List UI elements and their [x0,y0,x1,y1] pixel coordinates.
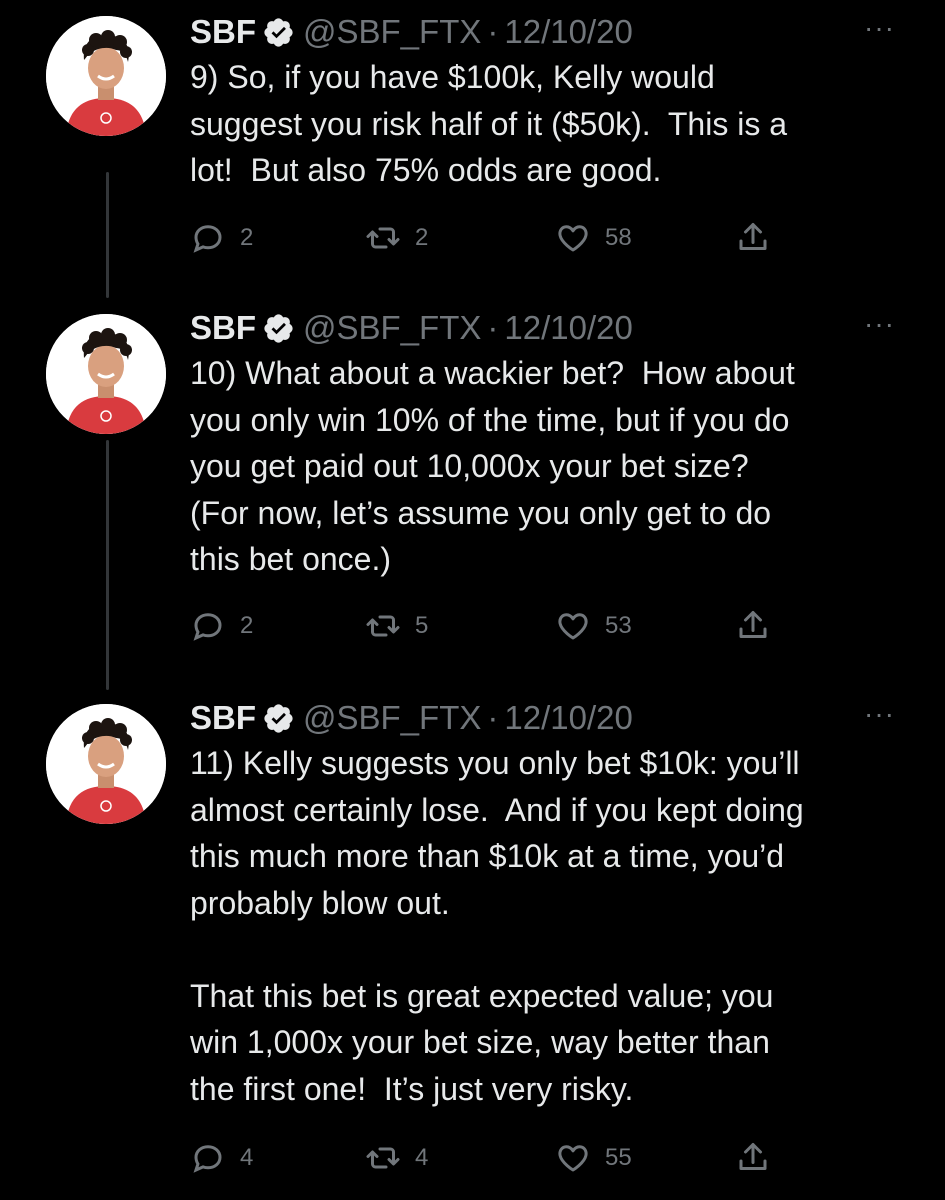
share-icon [739,1143,767,1170]
thread-connector-line [106,440,109,690]
like-button[interactable]: 55 [555,1138,632,1178]
avatar-illustration [46,16,166,136]
separator-dot: · [487,13,499,50]
tweet-date[interactable]: 12/10/20 [504,12,632,52]
reply-button[interactable]: 2 [190,606,253,646]
retweet-count: 5 [415,612,429,639]
share-icon [739,611,767,638]
tweet-date[interactable]: 12/10/20 [504,698,632,738]
like-count: 58 [605,224,632,251]
author-handle[interactable]: @SBF_FTX [303,308,481,348]
like-icon [558,225,588,252]
author-name[interactable]: SBF [190,308,256,348]
tweet-date[interactable]: 12/10/20 [504,308,632,348]
share-button[interactable] [735,606,785,646]
like-count: 53 [605,612,632,639]
verified-badge-icon [262,16,295,49]
reply-icon [193,1145,222,1173]
author-handle[interactable]: @SBF_FTX [303,12,481,52]
retweet-button[interactable]: 4 [365,1138,428,1178]
like-count: 55 [605,1144,632,1171]
tweet-thread: SBF @SBF_FTX · 12/10/20 ··· 9) So, if yo… [0,0,945,1200]
retweet-icon [366,615,400,637]
retweet-button[interactable]: 2 [365,218,428,258]
reply-count: 4 [240,1144,254,1171]
more-options-icon[interactable]: ··· [864,14,895,42]
separator-dot: · [487,699,499,736]
share-button[interactable] [735,1138,785,1178]
avatar[interactable] [46,16,166,136]
avatar-illustration [46,314,166,434]
more-options-icon[interactable]: ··· [864,310,895,338]
tweet-header: SBF @SBF_FTX · 12/10/20 [190,12,905,52]
tweet-actions: 2 2 58 [190,218,790,258]
retweet-button[interactable]: 5 [365,606,428,646]
retweet-icon [366,1147,400,1169]
like-button[interactable]: 53 [555,606,632,646]
tweet-actions: 4 4 55 [190,1138,790,1178]
tweet-header: SBF @SBF_FTX · 12/10/20 [190,698,905,738]
tweet-actions: 2 5 53 [190,606,790,646]
reply-icon [193,225,222,253]
tweet-header: SBF @SBF_FTX · 12/10/20 [190,308,905,348]
tweet-text: 11) Kelly suggests you only bet $10k: yo… [190,745,804,1107]
tweet-text: 10) What about a wackier bet? How about … [190,355,795,577]
tweet-text: 9) So, if you have $100k, Kelly would su… [190,59,787,188]
thread-connector-line [106,172,109,298]
reply-count: 2 [240,224,254,251]
more-options-icon[interactable]: ··· [864,700,895,728]
avatar[interactable] [46,314,166,434]
verified-badge-icon [262,702,295,735]
reply-count: 2 [240,612,254,639]
retweet-count: 2 [415,224,429,251]
author-name[interactable]: SBF [190,698,256,738]
author-handle[interactable]: @SBF_FTX [303,698,481,738]
reply-button[interactable]: 2 [190,218,253,258]
reply-button[interactable]: 4 [190,1138,253,1178]
share-icon [739,223,767,250]
author-name[interactable]: SBF [190,12,256,52]
verified-badge-icon [262,312,295,345]
reply-icon [193,613,222,641]
like-icon [558,1145,588,1172]
like-button[interactable]: 58 [555,218,632,258]
share-button[interactable] [735,218,785,258]
like-icon [558,613,588,640]
retweet-count: 4 [415,1144,429,1171]
avatar[interactable] [46,704,166,824]
avatar-illustration [46,704,166,824]
separator-dot: · [487,309,499,346]
retweet-icon [366,227,400,249]
